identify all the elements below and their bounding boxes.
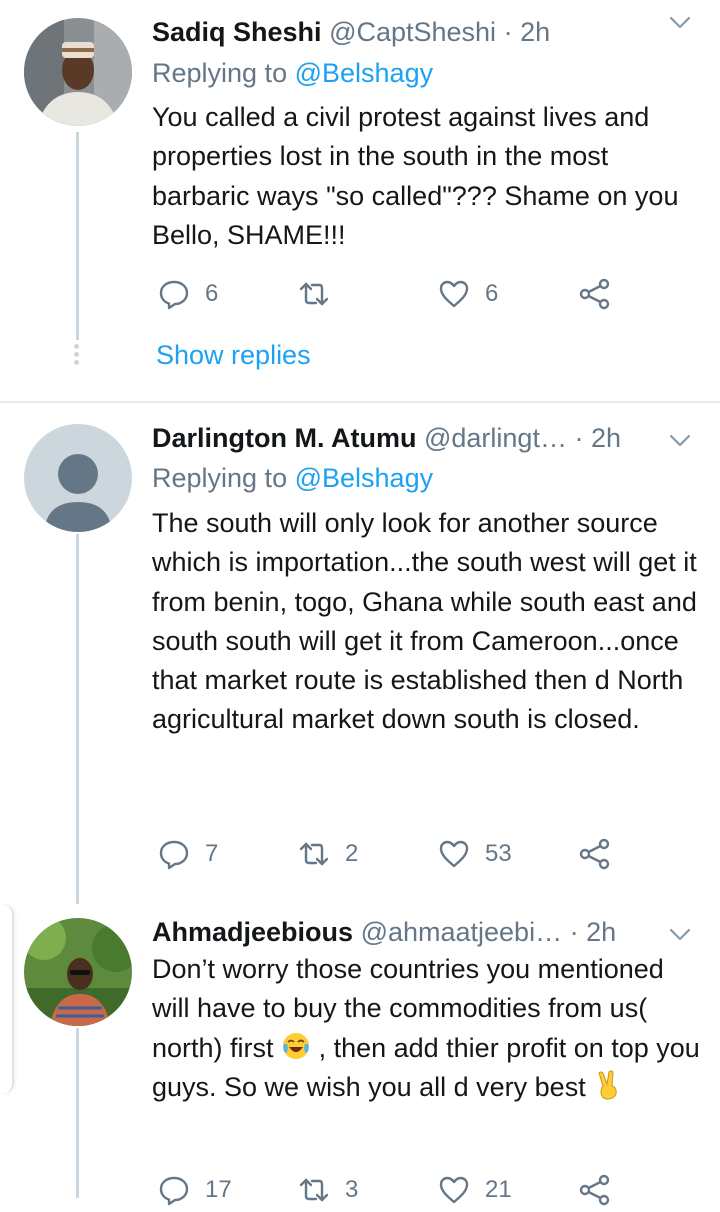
like-count: 6	[485, 280, 499, 307]
like-count: 21	[485, 1176, 512, 1203]
default-avatar-icon[interactable]	[24, 424, 132, 532]
victory-hand-icon	[598, 1070, 617, 1100]
retweet-count: 3	[345, 1176, 359, 1203]
reply-icon	[159, 1176, 189, 1206]
reply-mention-link[interactable]: @Belshagy	[295, 463, 433, 493]
reply-button[interactable]: 17	[157, 1168, 232, 1212]
chevron-down-icon[interactable]	[668, 428, 692, 452]
retweet-count: 2	[345, 840, 359, 867]
tweet-header: Sadiq Sheshi @CaptSheshi · 2h	[152, 12, 720, 52]
display-name[interactable]: Ahmadjeebious	[152, 917, 353, 947]
replying-to: Replying to @Belshagy	[152, 53, 433, 93]
show-replies-link[interactable]: Show replies	[156, 335, 311, 375]
retweet-icon	[299, 1178, 329, 1202]
reply-icon	[159, 840, 189, 870]
chevron-down-icon[interactable]	[668, 922, 692, 946]
reply-mention-link[interactable]: @Belshagy	[295, 58, 433, 88]
reply-icon	[159, 280, 189, 310]
share-button[interactable]	[578, 272, 612, 316]
share-icon	[579, 838, 610, 870]
tweet-2[interactable]: Darlington M. Atumu @darlingt… · 2h Repl…	[0, 404, 720, 904]
thread-line	[76, 534, 79, 904]
tweet-actions: 6 6	[152, 272, 632, 316]
tweet-header: Ahmadjeebious @ahmaatjeebi… · 2h	[152, 912, 720, 952]
replying-to-label: Replying to	[152, 58, 288, 88]
tweet-actions: 17 3 21	[152, 1168, 632, 1212]
reply-count: 6	[205, 280, 219, 307]
divider	[0, 401, 720, 403]
user-handle[interactable]: @CaptSheshi	[329, 17, 496, 47]
share-button[interactable]	[578, 832, 612, 876]
timestamp: · 2h	[503, 17, 551, 47]
share-icon	[579, 278, 610, 310]
thread-dots	[74, 344, 79, 368]
tweet-3[interactable]: Ahmadjeebious @ahmaatjeebi… · 2h Don’t w…	[0, 900, 720, 1206]
retweet-button[interactable]	[297, 272, 331, 316]
retweet-icon	[299, 842, 329, 866]
heart-icon	[439, 840, 469, 868]
share-icon	[579, 1174, 610, 1206]
tweet-text: The south will only look for another sou…	[152, 508, 697, 735]
face-with-tears-of-joy-icon	[283, 1032, 310, 1059]
share-button[interactable]	[578, 1168, 612, 1212]
user-handle[interactable]: @darlingt…	[424, 423, 567, 453]
avatar[interactable]	[24, 918, 132, 1026]
reply-count: 17	[205, 1176, 232, 1203]
reply-button[interactable]: 6	[157, 272, 218, 316]
thread-line	[76, 132, 79, 340]
thread-line	[76, 1028, 79, 1198]
edge-swipe-handle[interactable]	[0, 905, 14, 1093]
reply-button[interactable]: 7	[157, 832, 218, 876]
tweet-header: Darlington M. Atumu @darlingt… · 2h	[152, 418, 720, 458]
display-name[interactable]: Sadiq Sheshi	[152, 17, 322, 47]
user-handle[interactable]: @ahmaatjeebi…	[361, 917, 563, 947]
tweet-text: Don’t worry those countries you mentione…	[152, 950, 700, 1107]
chevron-down-icon[interactable]	[668, 10, 692, 34]
display-name[interactable]: Darlington M. Atumu	[152, 423, 416, 453]
like-button[interactable]: 6	[437, 272, 498, 316]
retweet-icon	[299, 282, 329, 306]
replying-to-label: Replying to	[152, 463, 288, 493]
like-button[interactable]: 53	[437, 832, 512, 876]
tweet-actions: 7 2 53	[152, 832, 632, 876]
heart-icon	[439, 1176, 469, 1204]
timestamp: · 2h	[569, 917, 617, 947]
tweet-1[interactable]: Sadiq Sheshi @CaptSheshi · 2h Replying t…	[0, 0, 720, 400]
retweet-button[interactable]: 3	[297, 1168, 358, 1212]
like-button[interactable]: 21	[437, 1168, 512, 1212]
timestamp: · 2h	[574, 423, 621, 453]
avatar[interactable]	[24, 18, 132, 126]
replying-to: Replying to @Belshagy	[152, 458, 433, 498]
like-count: 53	[485, 840, 512, 867]
retweet-button[interactable]: 2	[297, 832, 358, 876]
tweet-text: You called a civil protest against lives…	[152, 102, 679, 250]
heart-icon	[439, 280, 469, 308]
reply-count: 7	[205, 840, 219, 867]
